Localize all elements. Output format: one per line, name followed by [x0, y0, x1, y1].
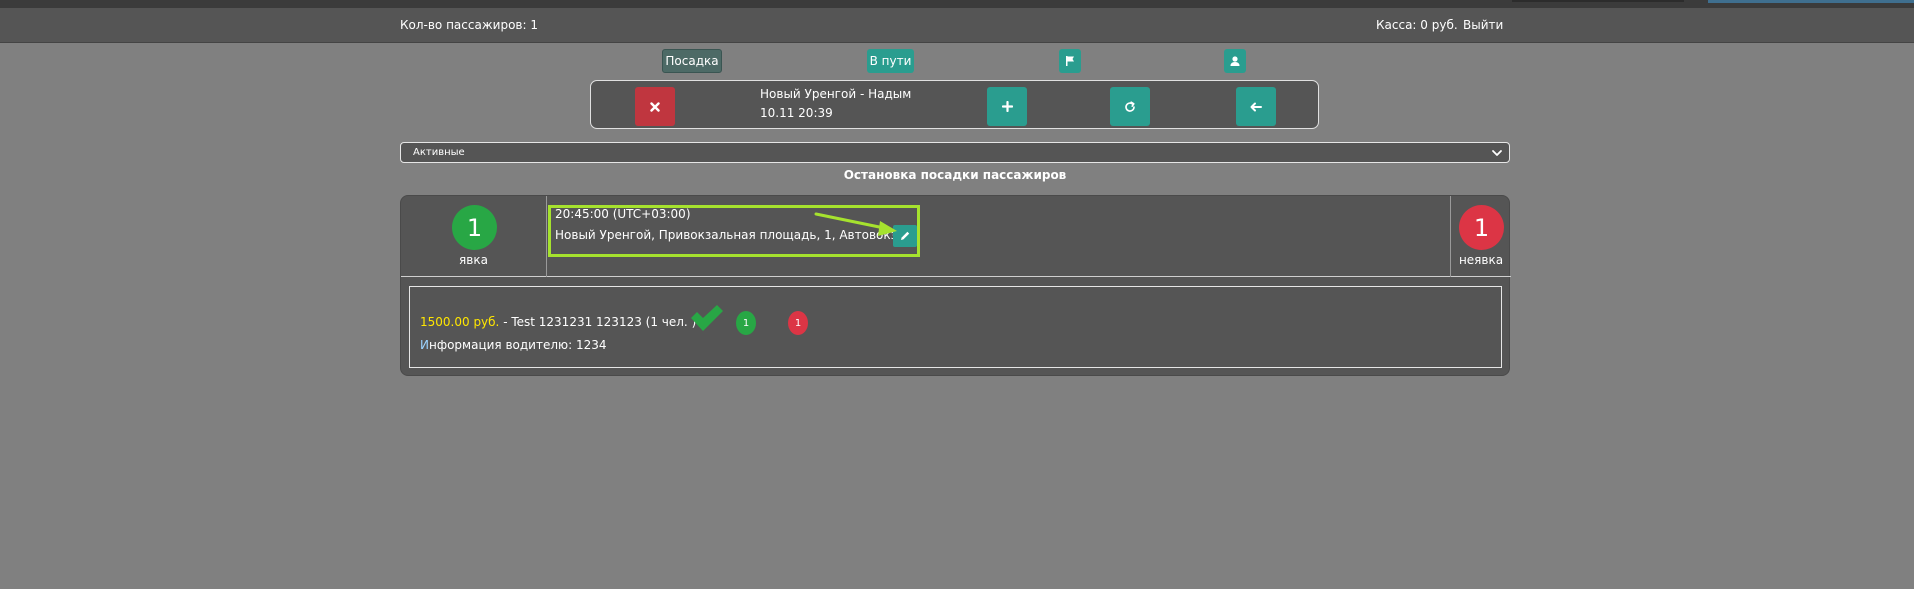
tab-flag[interactable]: [1059, 49, 1081, 73]
tab-boarding[interactable]: Посадка: [662, 49, 722, 73]
present-count: 1: [466, 213, 483, 242]
status-filter-value: Активные: [413, 147, 465, 158]
driver-info-text: нформация водителю: 1234: [428, 338, 607, 352]
passenger-details: - Test 1231231 123123 (1 чел. ): [499, 315, 697, 329]
passenger-line: 1500.00 руб. - Test 1231231 123123 (1 че…: [420, 315, 696, 329]
tab-boarding-label: Посадка: [665, 54, 719, 68]
user-icon: [1230, 56, 1240, 66]
passenger-count: Кол-во пассажиров: 1: [400, 18, 538, 32]
chevron-down-icon: [1492, 150, 1502, 156]
cancel-trip-button[interactable]: [635, 87, 675, 126]
add-button[interactable]: [987, 87, 1027, 126]
pencil-icon: [901, 231, 910, 240]
present-count-badge[interactable]: 1: [452, 205, 497, 250]
absent-column: 1 неявка: [1450, 196, 1511, 277]
flag-icon: [1066, 56, 1074, 66]
plus-icon: [1001, 101, 1013, 112]
cash-balance: Касса: 0 руб.: [1376, 18, 1458, 32]
section-title: Остановка посадки пассажиров: [843, 168, 1067, 182]
present-badge[interactable]: 1: [736, 311, 756, 335]
driver-info-first-letter: И: [420, 338, 429, 352]
tab-on-route-label: В пути: [869, 54, 912, 68]
tab-on-route[interactable]: В пути: [867, 49, 914, 73]
stop-card: 1 явка 20:45:00 (UTC+03:00) Новый Уренго…: [400, 195, 1511, 376]
absent-badge-count: 1: [794, 317, 802, 329]
header-bar: Кол-во пассажиров: 1 Касса: 0 руб. Выйти: [0, 8, 1914, 43]
back-button[interactable]: [1236, 87, 1276, 126]
passenger-item: 1500.00 руб. - Test 1231231 123123 (1 че…: [409, 286, 1502, 368]
stop-time: 20:45:00 (UTC+03:00): [555, 207, 691, 221]
absent-badge[interactable]: 1: [788, 311, 808, 335]
tab-user[interactable]: [1224, 49, 1246, 73]
absent-count-badge[interactable]: 1: [1459, 205, 1504, 250]
absent-count: 1: [1473, 213, 1490, 242]
arrow-left-icon: [1250, 102, 1262, 111]
route-title: Новый Уренгой - Надым: [760, 87, 912, 101]
close-icon: [650, 101, 660, 112]
passenger-price: 1500.00 руб.: [420, 315, 500, 329]
check-icon[interactable]: [689, 305, 725, 333]
edit-stop-button[interactable]: [893, 225, 917, 247]
route-datetime: 10.11 20:39: [760, 106, 833, 120]
refresh-icon: [1125, 100, 1135, 112]
status-filter-select[interactable]: Активные: [400, 142, 1510, 163]
absent-label: неявка: [1458, 253, 1504, 267]
top-strip-segment-accent: [1708, 0, 1914, 3]
present-column: 1 явка: [401, 196, 547, 277]
stop-address: Новый Уренгой, Привокзальная площадь, 1,…: [555, 228, 913, 242]
route-panel: Новый Уренгой - Надым 10.11 20:39: [590, 80, 1319, 129]
top-strip: [0, 0, 1914, 8]
logout-link[interactable]: Выйти: [1463, 18, 1503, 32]
top-strip-segment: [1512, 0, 1684, 2]
stop-row: 1 явка 20:45:00 (UTC+03:00) Новый Уренго…: [401, 196, 1511, 277]
present-label: явка: [459, 253, 488, 267]
driver-info: Информация водителю: 1234: [420, 338, 607, 352]
present-badge-count: 1: [742, 317, 750, 329]
refresh-button[interactable]: [1110, 87, 1150, 126]
